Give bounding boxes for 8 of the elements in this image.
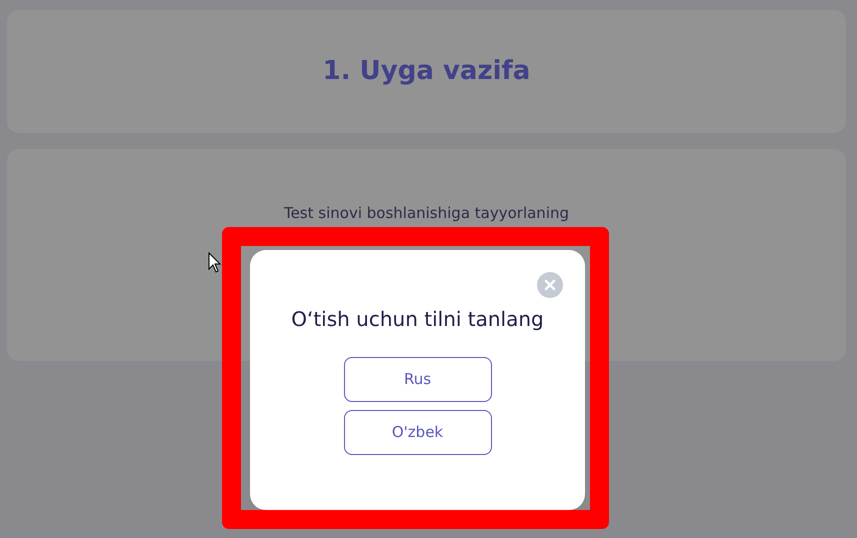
mouse-cursor-icon: [208, 252, 222, 274]
page-title: 1. Uyga vazifa: [322, 56, 530, 88]
dialog-title: O‘tish uchun tilni tanlang: [291, 307, 544, 331]
close-button[interactable]: [537, 272, 563, 298]
message-text: Test sinovi boshlanishiga tayyorlaning: [284, 203, 570, 224]
language-button[interactable]: O'zbek: [344, 410, 492, 455]
language-button[interactable]: Rus: [344, 357, 492, 402]
close-icon: [544, 279, 556, 291]
